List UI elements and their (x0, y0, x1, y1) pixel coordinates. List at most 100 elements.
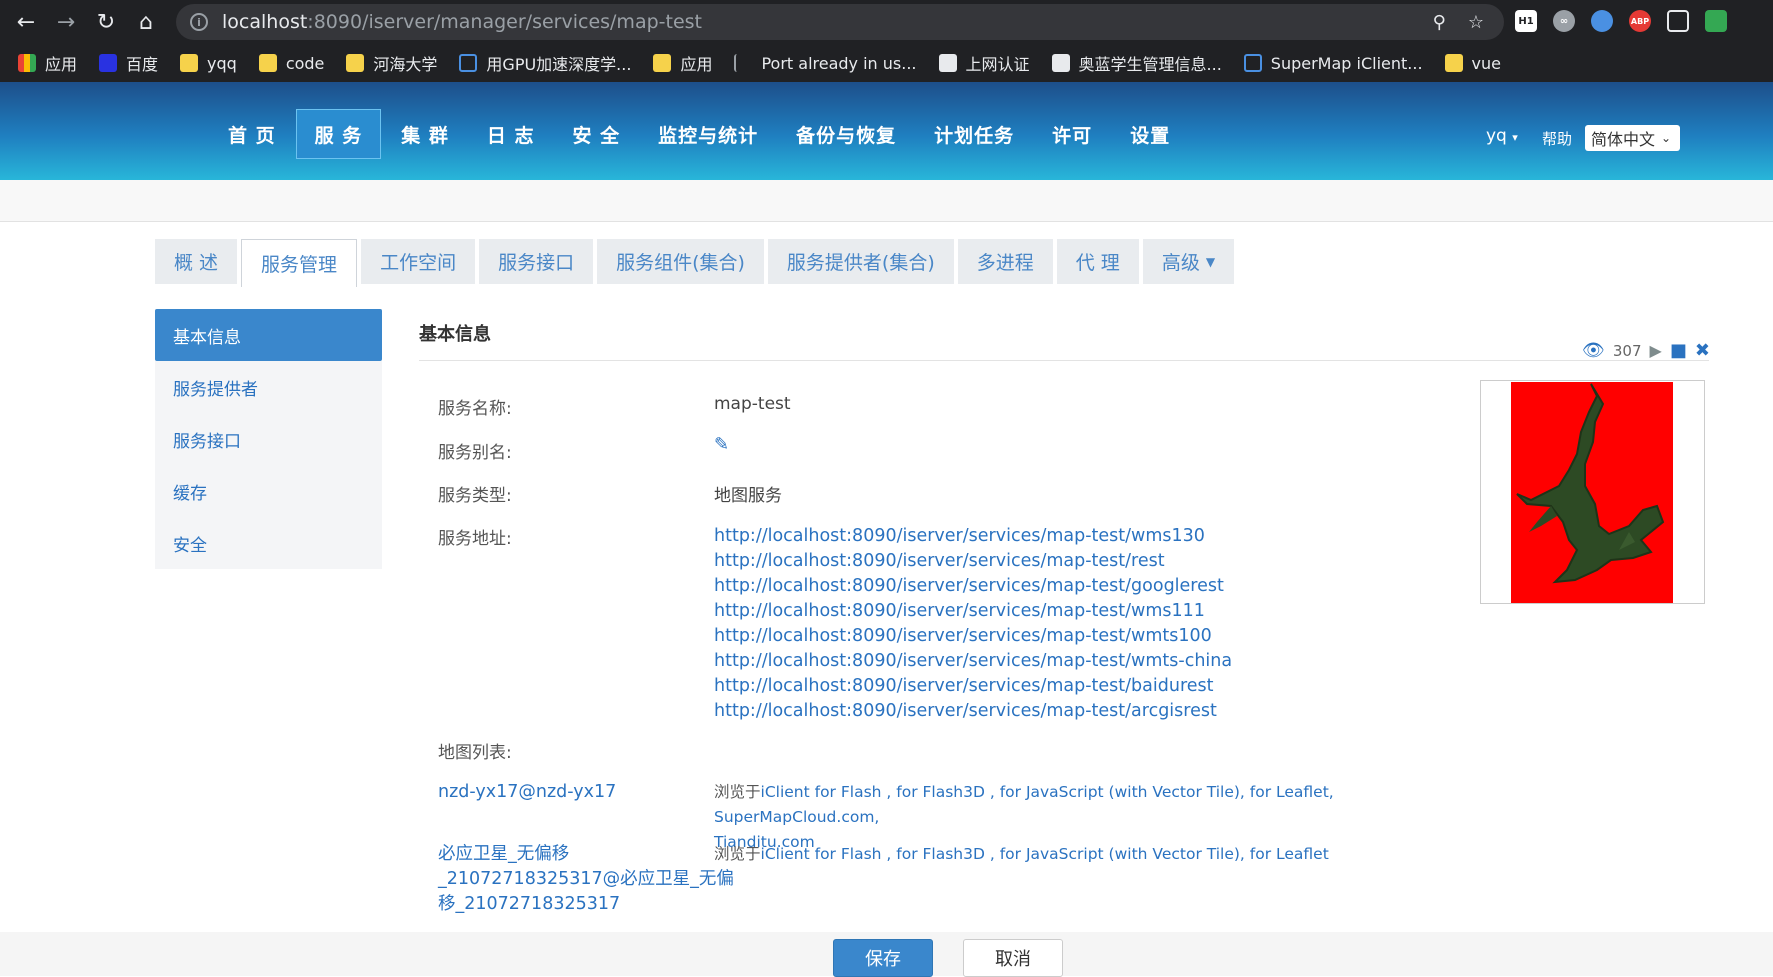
help-link[interactable]: 帮助 (1542, 128, 1572, 149)
nav-backup[interactable]: 备份与恢复 (778, 109, 914, 159)
river-shape (1516, 383, 1665, 584)
tab-service-providers[interactable]: 服务提供者(集合) (767, 239, 954, 284)
service-url-link[interactable]: http://localhost:8090/iserver/services/m… (714, 549, 1232, 574)
play-icon[interactable]: ▶ (1650, 341, 1662, 360)
service-url-list: http://localhost:8090/iserver/services/m… (714, 524, 1232, 724)
map-link-line: 移_21072718325317 (438, 894, 621, 914)
service-url-link[interactable]: http://localhost:8090/iserver/services/m… (714, 674, 1232, 699)
service-url-link[interactable]: http://localhost:8090/iserver/services/m… (714, 699, 1232, 724)
glasses-extension-icon[interactable] (1667, 10, 1689, 32)
section-title: 基本信息 (419, 320, 1709, 361)
bookmark-gpu[interactable]: 用GPU加速深度学... (459, 51, 631, 75)
tab-workspace[interactable]: 工作空间 (361, 239, 476, 284)
service-url-link[interactable]: http://localhost:8090/iserver/services/m… (714, 574, 1232, 599)
map-link[interactable]: 必应卫星_无偏移 _21072718325317@必应卫星_无偏 移_21072… (438, 842, 734, 917)
circle-extension-icon[interactable] (1591, 10, 1613, 32)
tab-service-components[interactable]: 服务组件(集合) (597, 239, 764, 284)
service-url-link[interactable]: http://localhost:8090/iserver/services/m… (714, 524, 1232, 549)
bookmark-apps[interactable]: 应用 (18, 51, 77, 75)
bookmark-vue[interactable]: vue (1444, 53, 1501, 73)
home-icon[interactable]: ⌂ (126, 0, 166, 44)
map-browse-options: 浏览于iClient for Flash , for Flash3D , for… (714, 842, 1474, 867)
browse-client-links[interactable]: iClient for Flash , for Flash3D , for Ja… (714, 783, 1334, 826)
nav-license[interactable]: 许可 (1034, 109, 1110, 159)
tab-service-interface[interactable]: 服务接口 (479, 239, 594, 284)
bookmark-student[interactable]: 奥蓝学生管理信息... (1051, 51, 1222, 75)
folder-icon (346, 54, 365, 72)
user-name: yq (1486, 126, 1507, 146)
nav-cluster[interactable]: 集 群 (383, 109, 467, 159)
bookmark-hhu[interactable]: 河海大学 (346, 51, 437, 75)
bookmark-label: 用GPU加速深度学... (486, 55, 632, 74)
bookmark-label: 应用 (45, 55, 78, 74)
tab-service-management[interactable]: 服务管理 (241, 239, 358, 287)
key-icon[interactable]: ⚲ (1433, 12, 1446, 33)
address-bar[interactable]: i localhost:8090/iserver/manager/service… (176, 4, 1504, 40)
url-path: :8090/iserver/manager/services/map-test (307, 11, 702, 33)
bookmark-yqq[interactable]: yqq (180, 54, 237, 73)
bookmark-supermap[interactable]: SuperMap iClient... (1243, 53, 1423, 73)
service-url-link[interactable]: http://localhost:8090/iserver/services/m… (714, 649, 1232, 674)
language-select[interactable]: 简体中文 ⌄ (1585, 125, 1680, 151)
h1-extension-icon[interactable]: H1 (1515, 10, 1537, 32)
bookmark-label: vue (1471, 53, 1501, 73)
tab-advanced[interactable]: 高级 ▼ (1142, 239, 1235, 284)
map-link[interactable]: nzd-yx17@nzd-yx17 (438, 780, 616, 805)
bookmark-label: 上网认证 (965, 55, 1030, 74)
tab-multiprocess[interactable]: 多进程 (957, 239, 1053, 284)
stop-icon[interactable]: ■ (1670, 340, 1687, 361)
service-url-link[interactable]: http://localhost:8090/iserver/services/m… (714, 624, 1232, 649)
folder-icon (653, 54, 672, 72)
extensions-bar: H1 ∞ ABP (1515, 10, 1727, 32)
bookmark-star-icon[interactable]: ☆ (1468, 12, 1484, 33)
user-menu[interactable]: yq ▾ (1486, 126, 1518, 146)
nav-settings[interactable]: 设置 (1112, 109, 1188, 159)
menu-basic-info[interactable]: 基本信息 (155, 309, 382, 361)
nav-security[interactable]: 安 全 (555, 109, 639, 159)
bookmark-label: SuperMap iClient... (1270, 53, 1423, 73)
map-thumbnail[interactable] (1480, 380, 1705, 604)
service-toolbar: 👁 307 ▶ ■ ✖ (1582, 340, 1710, 361)
browse-client-links[interactable]: iClient for Flash , for Flash3D , for Ja… (761, 845, 1329, 863)
globe-icon (938, 54, 957, 72)
bookmark-code[interactable]: code (258, 54, 324, 73)
menu-service-interface[interactable]: 服务接口 (155, 413, 382, 465)
link-extension-icon[interactable]: ∞ (1553, 10, 1575, 32)
cancel-button[interactable]: 取消 (963, 939, 1063, 977)
label-service-address: 服务地址: (438, 529, 512, 549)
site-info-icon[interactable]: i (190, 13, 208, 31)
browse-prefix: 浏览于 (714, 783, 761, 801)
back-icon[interactable]: ← (6, 0, 46, 44)
nav-services[interactable]: 服 务 (295, 109, 382, 159)
menu-security[interactable]: 安全 (155, 517, 382, 569)
page-icon (734, 54, 752, 72)
close-icon[interactable]: ✖ (1695, 340, 1710, 361)
tab-overview[interactable]: 概 述 (155, 239, 238, 284)
sub-header-bar (0, 180, 1773, 222)
nav-logs[interactable]: 日 志 (469, 109, 553, 159)
menu-cache[interactable]: 缓存 (155, 465, 382, 517)
service-url-link[interactable]: http://localhost:8090/iserver/services/m… (714, 599, 1232, 624)
bookmark-auth[interactable]: 上网认证 (938, 51, 1030, 75)
map-preview-image (1511, 382, 1673, 603)
url-text[interactable]: localhost:8090/iserver/manager/services/… (222, 11, 702, 33)
edit-icon[interactable]: ✎ (714, 434, 729, 455)
save-button[interactable]: 保存 (833, 939, 933, 977)
app-header: 首 页 服 务 集 群 日 志 安 全 监控与统计 备份与恢复 计划任务 许可 … (0, 82, 1773, 180)
forward-icon[interactable]: → (46, 0, 86, 44)
bookmark-port[interactable]: Port already in us... (734, 53, 917, 73)
nav-home[interactable]: 首 页 (210, 109, 294, 159)
sheet-extension-icon[interactable] (1705, 10, 1727, 32)
bookmark-apps-folder[interactable]: 应用 (653, 51, 712, 75)
reload-icon[interactable]: ↻ (86, 0, 126, 44)
menu-service-provider[interactable]: 服务提供者 (155, 361, 382, 413)
tab-proxy[interactable]: 代 理 (1056, 239, 1139, 284)
nav-schedule[interactable]: 计划任务 (916, 109, 1032, 159)
nav-monitor[interactable]: 监控与统计 (640, 109, 776, 159)
tv-icon (1243, 54, 1262, 72)
label-service-alias: 服务别名: (438, 443, 512, 463)
bookmark-label: Port already in us... (761, 53, 917, 73)
bookmark-baidu[interactable]: 百度 (99, 51, 158, 75)
adblock-extension-icon[interactable]: ABP (1629, 10, 1651, 32)
label-map-list: 地图列表: (438, 743, 512, 763)
